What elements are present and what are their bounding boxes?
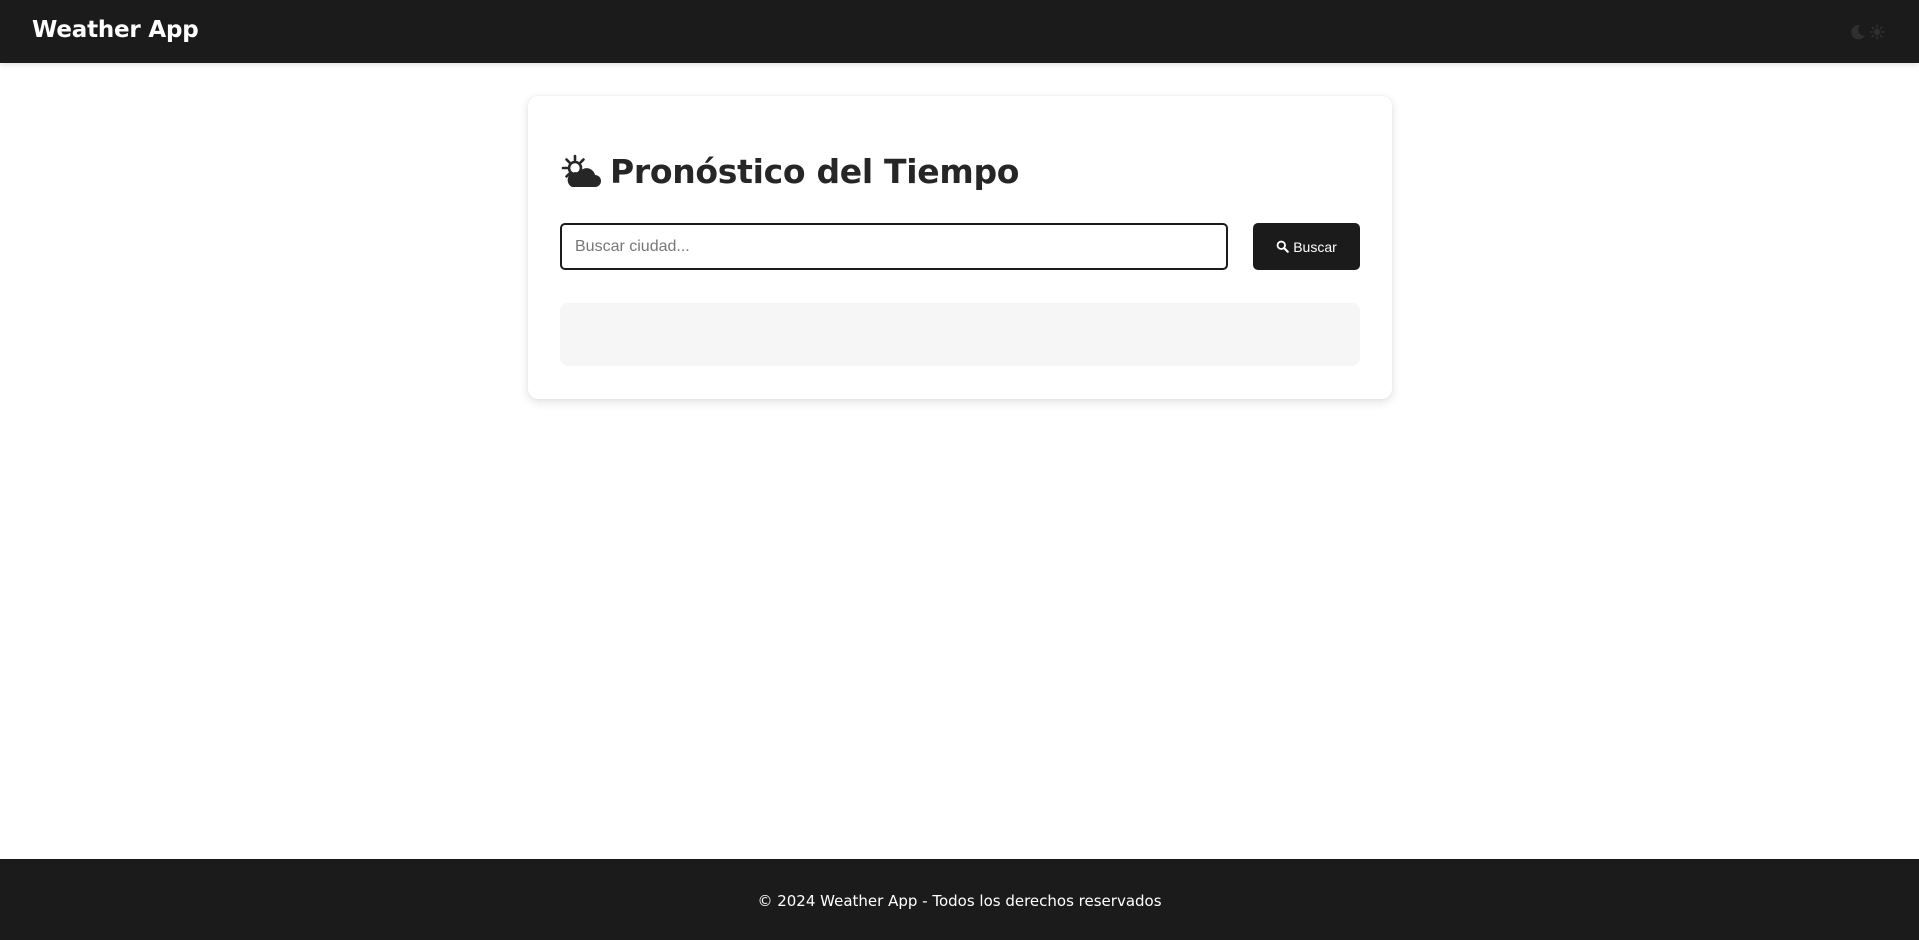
page-title: Pronóstico del Tiempo: [610, 152, 1020, 191]
brand-title[interactable]: Weather App: [32, 17, 199, 43]
moon-icon: [1851, 25, 1865, 40]
sun-behind-cloud-icon: [561, 154, 601, 187]
search-input[interactable]: [560, 223, 1228, 270]
search-button-label: Buscar: [1293, 238, 1337, 255]
search-button[interactable]: Buscar: [1253, 223, 1360, 270]
results-panel: [560, 303, 1360, 366]
weather-card: Pronóstico del Tiempo Buscar: [528, 96, 1392, 399]
theme-toggle[interactable]: [1849, 22, 1889, 42]
search-icon: [1276, 240, 1290, 253]
sun-icon: [1869, 24, 1885, 40]
title-row: Pronóstico del Tiempo: [560, 152, 1019, 191]
navbar: Weather App: [0, 0, 1919, 63]
footer-text: © 2024 Weather App - Todos los derechos …: [757, 892, 1162, 910]
footer: © 2024 Weather App - Todos los derechos …: [0, 859, 1919, 940]
